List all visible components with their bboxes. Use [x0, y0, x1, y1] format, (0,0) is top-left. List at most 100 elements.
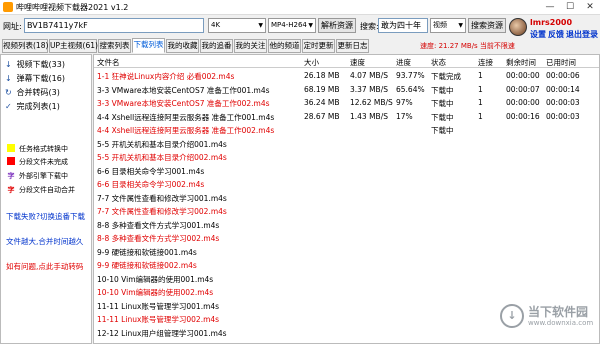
table-row[interactable]: 6-6 目录相关命令学习001.m4s [94, 164, 599, 177]
table-row[interactable]: 8-8 多种查看文件方式学习002.m4s [94, 231, 599, 244]
merge-time-hint-link[interactable]: 文件越大,合并时间越久 [6, 236, 83, 247]
column-header-remaining[interactable]: 剩余时间 [506, 57, 536, 68]
tab-scheduled-update[interactable]: 定时更新 [302, 39, 335, 53]
cell-conn: 1 [478, 84, 483, 94]
quality-select-value: 4K [211, 21, 221, 29]
cell-remain: 00:00:07 [506, 84, 540, 94]
search-type-select[interactable]: 视频 ▼ [430, 18, 466, 33]
download-icon: ↓ [5, 60, 12, 69]
tab-download-list[interactable]: 下载列表 [132, 38, 165, 53]
sidebar-item-merge-transcode[interactable]: ↻ 合并转码(3) [5, 87, 60, 98]
cell-used: 00:00:03 [546, 111, 580, 121]
table-row[interactable]: 1-1 狂神说Linux内容介绍 必看002.m4s 26.18 MB 4.07 M… [94, 69, 599, 82]
cell-status: 下载中 [431, 85, 454, 95]
tab-my-follows[interactable]: 我的关注 [234, 39, 267, 53]
legend-label: 任务格式转换中 [19, 145, 68, 153]
chevron-down-icon: ▼ [258, 22, 263, 29]
quality-select[interactable]: 4K ▼ [208, 18, 266, 33]
table-row[interactable]: 3-3 VMware本地安装CentOS7 准备工作001.m4s 68.19 M… [94, 83, 599, 96]
sidebar-item-label: 完成列表(1) [16, 102, 60, 111]
download-icon: ↓ [5, 74, 12, 83]
table-row[interactable]: 9-9 硬链接和软链接002.m4s [94, 258, 599, 271]
table-row[interactable]: 4-4 Xshell远程连接阿里云服务器 准备工作001.m4s 28.67 MB… [94, 110, 599, 123]
url-input[interactable]: BV1B7411y7kF [24, 18, 204, 33]
sidebar-item-video-download[interactable]: ↓ 视频下载(33) [5, 59, 65, 70]
app-logo-icon [3, 2, 13, 12]
cell-name: 5-5 开机关机和基本目录介绍002.m4s [97, 153, 227, 162]
table-row[interactable]: 7-7 文件属性查看和修改学习002.m4s [94, 204, 599, 217]
tab-my-bangumi[interactable]: 我的追番 [200, 39, 233, 53]
legend-converting: 任务格式转换中 [7, 144, 68, 154]
legend-label: 外部引擎下载中 [19, 172, 68, 180]
watermark: ↓ 当下软件园 www.downxia.com [500, 302, 594, 336]
table-row[interactable]: 7-7 文件属性查看和修改学习001.m4s [94, 191, 599, 204]
chevron-down-icon: ▼ [458, 22, 463, 29]
red-char-icon: 字 [7, 186, 15, 194]
yellow-swatch-icon [7, 144, 15, 152]
minimize-button[interactable]: — [540, 0, 560, 15]
watermark-cn: 当下软件园 [528, 305, 589, 319]
sidebar-item-label: 视频下载(33) [16, 60, 65, 69]
sidebar-item-label: 弹幕下载(16) [16, 74, 65, 83]
cell-remain: 00:00:00 [506, 98, 540, 107]
cell-name: 8-8 多种查看文件方式学习001.m4s [97, 220, 220, 230]
tab-video-list[interactable]: 视频列表(18) [2, 39, 48, 53]
sidebar-item-danmaku-download[interactable]: ↓ 弹幕下载(16) [5, 73, 65, 84]
search-input[interactable]: 敢为四十年 [378, 18, 428, 33]
search-label: 搜索: [360, 22, 379, 31]
table-row[interactable]: 5-5 开机关机和基本目录介绍001.m4s [94, 137, 599, 150]
column-header-filename[interactable]: 文件名 [97, 57, 120, 68]
switch-bangumi-download-link[interactable]: 下载失败?切换追番下载 [6, 211, 85, 222]
cell-status: 下载中 [431, 126, 454, 135]
chevron-down-icon: ▼ [308, 22, 313, 29]
column-header-connections[interactable]: 连接 [478, 57, 493, 68]
cell-name: 7-7 文件属性查看和修改学习002.m4s [97, 207, 227, 216]
table-row[interactable]: 5-5 开机关机和基本目录介绍002.m4s [94, 150, 599, 163]
tab-changelog[interactable]: 更新日志 [336, 39, 369, 53]
table-row[interactable]: 10-10 Vim编辑器的使用001.m4s [94, 272, 599, 285]
column-header-size[interactable]: 大小 [304, 57, 319, 68]
table-row[interactable]: 10-10 Vim编辑器的使用002.m4s [94, 285, 599, 298]
sidebar-item-completed[interactable]: ✓ 完成列表(1) [5, 101, 60, 112]
search-button[interactable]: 搜索资源 [468, 18, 506, 33]
watermark-logo-icon: ↓ [500, 304, 524, 328]
column-header-status[interactable]: 状态 [431, 57, 446, 68]
tab-my-favorites[interactable]: 我的收藏 [166, 39, 199, 53]
table-row[interactable]: 9-9 硬链接和软链接001.m4s [94, 245, 599, 258]
sidebar-item-label: 合并转码(3) [16, 88, 60, 97]
tab-his-channel[interactable]: 他的频道 [268, 39, 301, 53]
format-select-value: MP4-H264 [271, 21, 307, 29]
avatar[interactable] [509, 18, 527, 36]
column-header-speed[interactable]: 速度 [350, 57, 365, 68]
table-row[interactable]: 6-6 目录相关命令学习002.m4s [94, 177, 599, 190]
tab-up-videos[interactable]: UP主视频(61) [49, 39, 98, 53]
cell-name: 9-9 硬链接和软链接001.m4s [97, 247, 197, 257]
cell-used: 00:00:03 [546, 98, 580, 107]
cell-conn: 1 [478, 71, 483, 80]
cell-conn: 1 [478, 111, 483, 121]
cell-speed: 1.43 MB/S [350, 111, 388, 121]
cell-status: 下载完成 [431, 72, 461, 81]
cell-speed: 12.62 MB/S [350, 98, 393, 107]
column-header-elapsed[interactable]: 已用时间 [546, 57, 576, 68]
cell-name: 10-10 Vim编辑器的使用002.m4s [97, 288, 214, 297]
maximize-button[interactable]: ☐ [560, 0, 580, 15]
table-row[interactable]: 8-8 多种查看文件方式学习001.m4s [94, 218, 599, 231]
username: lmrs2000 [530, 18, 573, 27]
manual-transcode-link[interactable]: 如有问题,点此手动转码 [6, 261, 83, 272]
format-select[interactable]: MP4-H264 ▼ [268, 18, 316, 33]
cell-progress: 17% [396, 111, 413, 121]
cell-name: 3-3 VMware本地安装CentOS7 准备工作001.m4s [97, 85, 270, 95]
table-row[interactable]: 3-3 VMware本地安装CentOS7 准备工作002.m4s 36.24 M… [94, 96, 599, 109]
table-row[interactable]: 4-4 Xshell远程连接阿里云服务器 准备工作002.m4s 下载中 [94, 123, 599, 136]
download-table: 文件名 大小 速度 进度 状态 连接 剩余时间 已用时间 1-1 狂神说Linu… [93, 54, 600, 344]
cell-used: 00:00:14 [546, 84, 580, 94]
cell-name: 7-7 文件属性查看和修改学习001.m4s [97, 193, 227, 203]
check-icon: ✓ [5, 102, 12, 111]
cell-used: 00:00:06 [546, 71, 580, 80]
parse-button[interactable]: 解析资源 [318, 18, 356, 33]
close-button[interactable]: ✕ [580, 0, 600, 15]
column-header-progress[interactable]: 进度 [396, 57, 411, 68]
tab-search-list[interactable]: 搜索列表 [98, 39, 131, 53]
cell-remain: 00:00:00 [506, 71, 540, 80]
